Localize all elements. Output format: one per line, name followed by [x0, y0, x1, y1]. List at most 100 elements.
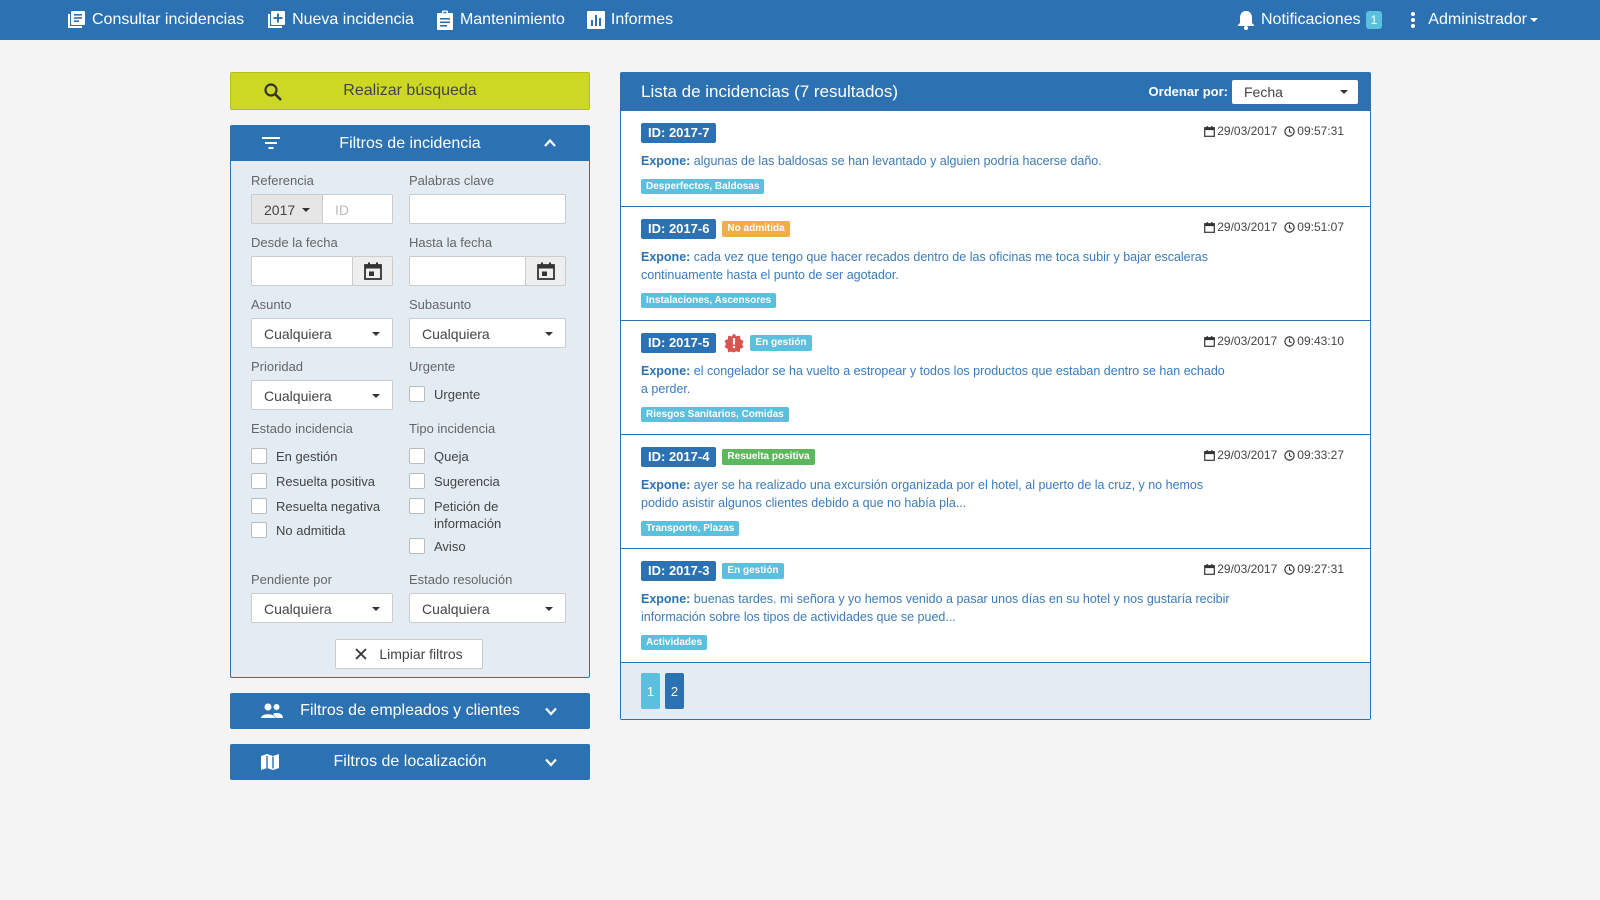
checkbox-box[interactable] [409, 538, 425, 554]
calendar-icon [1204, 125, 1216, 137]
nav-consultar-incidencias[interactable]: Consultar incidencias [66, 10, 244, 30]
nav-nueva-incidencia[interactable]: Nueva incidencia [266, 10, 414, 30]
tipo-checkbox-queja[interactable]: Queja [409, 448, 469, 465]
search-button-label: Realizar búsqueda [343, 82, 477, 99]
page-button-1[interactable]: 1 [641, 673, 660, 709]
hasta-calendar-button[interactable] [525, 256, 566, 286]
chevron-up-icon [544, 138, 556, 147]
estado-checkbox-no-admitida[interactable]: No admitida [251, 522, 345, 539]
incidence-time: 09:43:10 [1297, 334, 1344, 348]
clear-filters-button[interactable]: Limpiar filtros [335, 639, 483, 669]
checkbox-box[interactable] [409, 473, 425, 489]
clock-icon [1284, 125, 1295, 137]
incidence-datetime: 29/03/2017 09:43:10 [1204, 334, 1344, 348]
incidence-description: Expone: buenas tardes. mi señora y yo he… [641, 590, 1231, 626]
id-input[interactable]: ID [322, 194, 393, 224]
incidence-date: 29/03/2017 [1217, 334, 1278, 348]
incidence-filters-header[interactable]: Filtros de incidencia [231, 126, 589, 161]
nav-user-menu[interactable]: Administrador [1410, 11, 1538, 29]
estado-checkbox-resuelta-negativa[interactable]: Resuelta negativa [251, 498, 380, 515]
checkbox-label: Aviso [434, 539, 466, 554]
hasta-date-input[interactable] [409, 256, 526, 286]
checkbox-box[interactable] [409, 448, 425, 464]
checkbox-label: Petición de información [434, 499, 502, 531]
incidence-description: Expone: algunas de las baldosas se han l… [641, 152, 1231, 170]
urgente-checkbox[interactable]: Urgente [409, 386, 480, 403]
urgente-label: Urgente [409, 359, 456, 374]
nav-mantenimiento[interactable]: Mantenimiento [436, 10, 565, 30]
calendar-icon [1204, 449, 1216, 461]
nav-item-label: Informes [610, 11, 674, 28]
incidence-list: ID: 2017-7 29/03/2017 09:57:31 Expone: algu… [621, 111, 1370, 663]
calendar-icon [1204, 221, 1216, 233]
clock-icon [1284, 449, 1295, 461]
incidence-id[interactable]: ID: 2017-3 [641, 561, 717, 581]
checkbox-box[interactable] [251, 448, 267, 464]
estado-checkbox-en-gestion[interactable]: En gestión [251, 448, 337, 465]
keywords-input[interactable] [409, 194, 566, 224]
pendiente-value: Cualquiera [264, 601, 332, 617]
tipo-checkbox-sugerencia[interactable]: Sugerencia [409, 473, 500, 490]
year-value: 2017 [264, 202, 296, 218]
estado-checkbox-resuelta-positiva[interactable]: Resuelta positiva [251, 473, 375, 490]
desde-calendar-button[interactable] [352, 256, 393, 286]
incidence-item[interactable]: ID: 2017-5 En gestión 29/03/2017 09:43:10 Ex… [621, 321, 1370, 435]
page-button-2[interactable]: 2 [665, 673, 684, 709]
search-icon [264, 83, 282, 101]
caret-down-icon [545, 607, 553, 611]
sort-label: Ordenar por: [1148, 84, 1228, 99]
incidence-text: el congelador se ha vuelto a estropear y… [641, 364, 1225, 396]
incidence-item[interactable]: ID: 2017-7 29/03/2017 09:57:31 Expone: algu… [621, 111, 1370, 207]
nav-informes[interactable]: Informes [586, 11, 674, 29]
calendar-icon [364, 262, 382, 280]
asunto-select[interactable]: Cualquiera [251, 318, 393, 348]
checkbox-box[interactable] [251, 473, 267, 489]
incidence-time: 09:27:31 [1297, 562, 1344, 576]
people-icon [261, 703, 283, 718]
expone-label: Expone: [641, 250, 691, 264]
expone-label: Expone: [641, 478, 691, 492]
checkbox-box[interactable] [409, 386, 425, 402]
more-vert-icon [1411, 12, 1416, 28]
referencia-label: Referencia [251, 173, 314, 188]
prioridad-select[interactable]: Cualquiera [251, 380, 393, 410]
resolucion-select[interactable]: Cualquiera [409, 593, 566, 623]
asunto-value: Cualquiera [264, 326, 332, 342]
checkbox-box[interactable] [251, 522, 267, 538]
subasunto-select[interactable]: Cualquiera [409, 318, 566, 348]
tipo-checkbox-aviso[interactable]: Aviso [409, 538, 466, 555]
notifications-badge: 1 [1365, 11, 1383, 29]
checkbox-box[interactable] [251, 498, 267, 514]
tipo-checkbox-peticion[interactable]: Petición de información [409, 498, 529, 532]
incidence-id[interactable]: ID: 2017-6 [641, 219, 717, 239]
sort-value: Fecha [1244, 84, 1283, 100]
incidence-time: 09:51:07 [1297, 220, 1344, 234]
desde-date-input[interactable] [251, 256, 353, 286]
localizacion-filters-panel[interactable]: Filtros de localización [230, 744, 590, 780]
nav-item-label: Consultar incidencias [92, 11, 245, 28]
incidence-item[interactable]: ID: 2017-6 No admitida 29/03/2017 09:51:07 E… [621, 207, 1370, 321]
empleados-filters-panel[interactable]: Filtros de empleados y clientes [230, 693, 590, 729]
nav-notificaciones[interactable]: Notificaciones 1 [1237, 10, 1383, 30]
incidence-text: ayer se ha realizado una excursión organ… [641, 478, 1204, 510]
incidence-time: 09:57:31 [1297, 124, 1344, 138]
map-icon [261, 754, 279, 770]
incidence-item[interactable]: ID: 2017-4 Resuelta positiva 29/03/2017 09:… [621, 435, 1370, 549]
checkbox-box[interactable] [409, 498, 425, 514]
category-badge: Desperfectos, Baldosas [641, 179, 765, 194]
checkbox-label: Sugerencia [434, 474, 500, 489]
incidence-item[interactable]: ID: 2017-3 En gestión 29/03/2017 09:27:31 Ex… [621, 549, 1370, 663]
incidence-id[interactable]: ID: 2017-7 [641, 123, 717, 143]
search-button[interactable]: Realizar búsqueda [230, 72, 590, 110]
year-select[interactable]: 2017 [251, 194, 323, 224]
bar-chart-icon [586, 11, 605, 29]
expone-label: Expone: [641, 154, 691, 168]
close-icon [355, 648, 368, 660]
clipboard-icon [436, 10, 453, 30]
pendiente-select[interactable]: Cualquiera [251, 593, 393, 623]
chevron-down-icon [545, 707, 557, 716]
incidence-description: Expone: cada vez que tengo que hacer rec… [641, 248, 1231, 284]
sort-select[interactable]: Fecha [1232, 80, 1358, 104]
incidence-id[interactable]: ID: 2017-4 [641, 447, 717, 467]
incidence-id[interactable]: ID: 2017-5 [641, 333, 717, 353]
